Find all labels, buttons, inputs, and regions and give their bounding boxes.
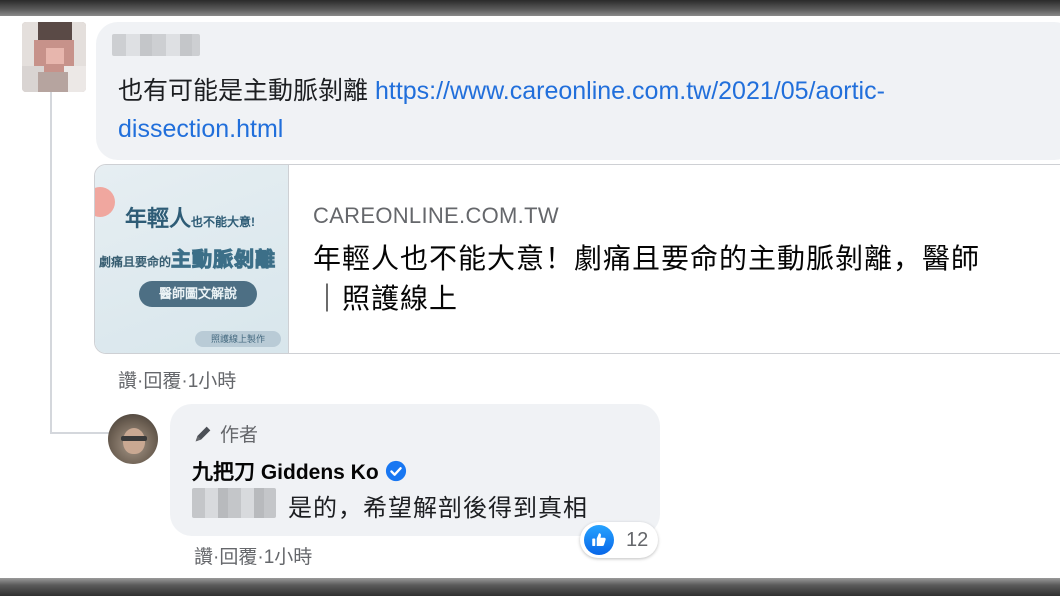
like-action[interactable]: 讚 xyxy=(118,366,137,393)
link-preview-thumbnail: 年輕人也不能大意! 劇痛且要命的主動脈剝離 醫師圖文解說 照護線上製作 xyxy=(95,165,289,353)
like-action[interactable]: 讚 xyxy=(194,542,213,569)
thread-connector-branch xyxy=(50,432,110,434)
reaction-count: 12 xyxy=(626,528,649,551)
comment-text: 也有可能是主動脈剝離 https://www.careonline.com.tw… xyxy=(118,72,1048,148)
link-preview-title: 年輕人也不能大意！劇痛且要命的主動脈剝離，醫師 ｜照護線上 xyxy=(313,243,981,314)
thumbs-up-glyph xyxy=(592,533,606,546)
pen-icon xyxy=(195,426,211,441)
top-screen-edge xyxy=(0,0,1060,16)
author-name-text[interactable]: 九把刀 Giddens Ko xyxy=(192,456,379,486)
avatar-glasses xyxy=(121,436,147,441)
comment-actions: 讚 · 回覆 · 1小時 xyxy=(118,366,236,393)
comment-body: 也有可能是主動脈剝離 xyxy=(118,77,369,105)
thumbnail-footer: 照護線上製作 xyxy=(195,331,281,347)
bottom-screen-edge xyxy=(0,578,1060,596)
reply-action[interactable]: 回覆 xyxy=(219,542,257,569)
reply-actions: 讚 · 回覆 · 1小時 xyxy=(194,542,312,569)
commenter-avatar[interactable] xyxy=(22,22,86,92)
thread-connector-line xyxy=(50,90,52,434)
author-badge-label: 作者 xyxy=(220,425,259,446)
thumbnail-subheadline: 劇痛且要命的主動脈剝離 xyxy=(99,249,277,272)
avatar-face xyxy=(123,428,145,454)
comment-timestamp[interactable]: 1小時 xyxy=(188,366,237,393)
reply-timestamp[interactable]: 1小時 xyxy=(264,542,313,569)
link-preview-domain: CAREONLINE.COM.TW xyxy=(313,203,559,228)
thumbs-up-icon xyxy=(584,525,614,555)
reply-action[interactable]: 回覆 xyxy=(143,366,181,393)
thumbnail-figure xyxy=(95,187,115,217)
verified-badge-icon xyxy=(385,460,406,482)
thumbnail-headline: 年輕人也不能大意! xyxy=(125,206,256,231)
reply-text: 是的，希望解剖後得到真相 xyxy=(288,495,588,522)
author-name[interactable]: 九把刀 Giddens Ko xyxy=(192,456,407,486)
commenter-name-blurred[interactable] xyxy=(112,34,200,56)
link-preview-card[interactable]: 年輕人也不能大意! 劇痛且要命的主動脈剝離 醫師圖文解說 照護線上製作 CARE… xyxy=(94,164,1060,354)
author-avatar[interactable] xyxy=(108,414,158,464)
reaction-summary[interactable]: 12 xyxy=(580,522,658,558)
mentioned-name-blurred[interactable] xyxy=(192,488,276,518)
thumbnail-pill: 醫師圖文解說 xyxy=(139,281,257,307)
author-badge: 作者 xyxy=(192,420,258,447)
